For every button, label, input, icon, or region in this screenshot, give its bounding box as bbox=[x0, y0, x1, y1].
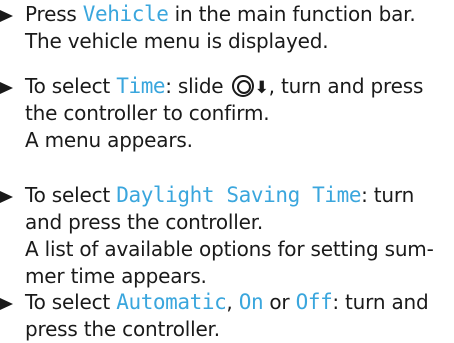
step-result-line: The vehicle menu is displayed. bbox=[25, 29, 329, 53]
step-text: : slide bbox=[165, 74, 230, 98]
step-line: press the controller. bbox=[25, 317, 220, 341]
option-off: Off bbox=[295, 290, 333, 314]
step-line: and press the controller. bbox=[25, 210, 264, 234]
slide-down-arrow-icon: ⬇ bbox=[254, 78, 269, 98]
step-text: To select bbox=[25, 183, 117, 207]
step-line: To select Daylight Saving Time: turn bbox=[25, 182, 414, 209]
step-line: To select Automatic, On or Off: turn and bbox=[25, 289, 429, 316]
instruction-list: Press Vehicle in the main function bar. … bbox=[0, 0, 454, 343]
menu-item-daylight-saving-time: Daylight Saving Time bbox=[116, 183, 362, 207]
step-result-line: mer time appears. bbox=[25, 264, 207, 288]
triangle-bullet-icon bbox=[0, 191, 13, 203]
step-text: or bbox=[263, 290, 296, 314]
step-line: the controller to confirm. bbox=[25, 101, 270, 125]
step-text: To select bbox=[25, 74, 117, 98]
step-line: Press Vehicle in the main function bar. bbox=[25, 1, 416, 28]
step-text: , bbox=[226, 290, 239, 314]
step-result-line: A menu appears. bbox=[25, 128, 193, 152]
step-text: Press bbox=[25, 2, 83, 26]
menu-item-time: Time bbox=[116, 74, 166, 98]
triangle-bullet-icon bbox=[0, 298, 13, 310]
step-text: To select bbox=[25, 290, 117, 314]
step-text: : turn bbox=[361, 183, 415, 207]
step-text: : turn and bbox=[332, 290, 429, 314]
triangle-bullet-icon bbox=[0, 82, 13, 94]
option-on: On bbox=[238, 290, 264, 314]
option-automatic: Automatic bbox=[116, 290, 227, 314]
step-text: , turn and press bbox=[268, 74, 424, 98]
step-text: in the main function bar. bbox=[168, 2, 416, 26]
triangle-bullet-icon bbox=[0, 10, 13, 22]
step-line: To select Time: slide ⬇, turn and press bbox=[25, 73, 423, 100]
controller-icon bbox=[231, 75, 254, 97]
menu-item-vehicle: Vehicle bbox=[82, 2, 169, 26]
step-result-line: A list of available options for setting … bbox=[25, 237, 434, 261]
